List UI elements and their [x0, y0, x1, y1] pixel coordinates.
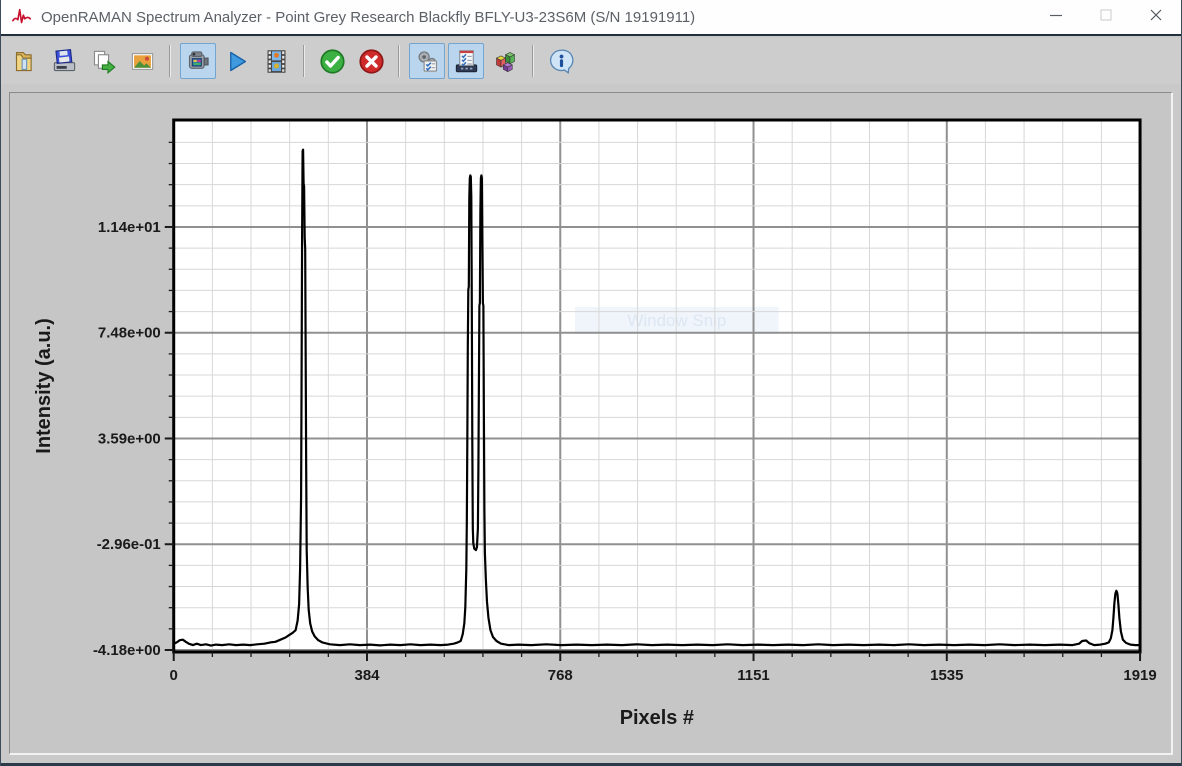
- chart-panel: Window Snip 0 384 768 1151 1535 1919 -4.18e+00 -…: [9, 92, 1173, 755]
- maximize-icon: [1099, 8, 1113, 27]
- toolbar-separator: [169, 45, 171, 77]
- y-tick-label: -4.18e+00: [93, 642, 161, 659]
- x-tick-label: 768: [548, 667, 573, 684]
- checklist-icon: [453, 48, 480, 75]
- save-button[interactable]: [46, 43, 82, 79]
- x-tick-label: 1151: [737, 667, 769, 684]
- y-tick-label: 3.59e+00: [98, 430, 161, 447]
- minimize-icon: [1049, 8, 1063, 27]
- about-button[interactable]: [543, 43, 579, 79]
- toolbar-separator: [532, 45, 534, 77]
- y-tick-label: 1.14e+01: [98, 219, 161, 236]
- window-title: OpenRAMAN Spectrum Analyzer - Point Grey…: [41, 9, 695, 26]
- toolbar-separator: [303, 45, 305, 77]
- camera-icon: [185, 48, 212, 75]
- cancel-icon: [358, 48, 385, 75]
- snapshot-button[interactable]: [124, 43, 160, 79]
- acquisition-settings-button[interactable]: [448, 43, 484, 79]
- plot-area: [174, 120, 1140, 652]
- y-tick-label: -2.96e-01: [97, 536, 161, 553]
- spectrum-chart-svg: Window Snip 0 384 768 1151 1535 1919 -4.18e+00 -…: [10, 93, 1171, 753]
- export-icon: [90, 48, 117, 75]
- spectrum-chart: Window Snip 0 384 768 1151 1535 1919 -4.18e+00 -…: [10, 93, 1171, 753]
- film-icon: [263, 48, 290, 75]
- folder-icon: [12, 48, 39, 75]
- save-icon: [51, 48, 78, 75]
- main-area: Window Snip 0 384 768 1151 1535 1919 -4.18e+00 -…: [1, 84, 1181, 766]
- x-axis-title: Pixels #: [620, 707, 694, 729]
- histogram-button[interactable]: [487, 43, 523, 79]
- info-icon: [548, 48, 575, 75]
- check-icon: [319, 48, 346, 75]
- export-button[interactable]: [85, 43, 121, 79]
- cancel-button[interactable]: [353, 43, 389, 79]
- y-axis-title: Intensity (a.u.): [33, 318, 55, 453]
- minimize-button[interactable]: [1031, 0, 1081, 34]
- camera-button[interactable]: [180, 43, 216, 79]
- image-icon: [129, 48, 156, 75]
- title-bar[interactable]: OpenRAMAN Spectrum Analyzer - Point Grey…: [1, 0, 1181, 36]
- x-tick-label: 384: [355, 667, 381, 684]
- accept-button[interactable]: [314, 43, 350, 79]
- close-button[interactable]: [1131, 0, 1181, 34]
- x-tick-label: 1535: [930, 667, 963, 684]
- gear-checklist-icon: [414, 48, 441, 75]
- play-button[interactable]: [219, 43, 255, 79]
- play-icon: [224, 48, 251, 75]
- window-controls: [1031, 0, 1181, 34]
- y-tick-label: 7.48e+00: [98, 325, 161, 342]
- maximize-button[interactable]: [1081, 0, 1131, 34]
- camera-settings-button[interactable]: [409, 43, 445, 79]
- open-file-button[interactable]: [7, 43, 43, 79]
- blocks-icon: [492, 48, 519, 75]
- toolbar-separator: [398, 45, 400, 77]
- watermark-text: Window Snip: [627, 311, 726, 330]
- toolbar: [1, 38, 1181, 84]
- raman-signal-icon: [11, 6, 33, 28]
- close-icon: [1149, 8, 1163, 27]
- x-tick-label: 0: [170, 667, 178, 684]
- x-tick-label: 1919: [1123, 667, 1156, 684]
- app-window: OpenRAMAN Spectrum Analyzer - Point Grey…: [0, 0, 1182, 766]
- record-button[interactable]: [258, 43, 294, 79]
